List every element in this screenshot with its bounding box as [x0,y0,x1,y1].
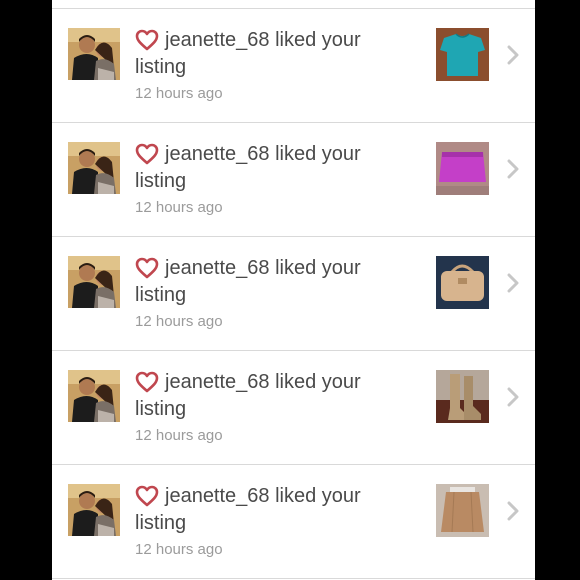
username[interactable]: jeanette_68 [165,371,270,393]
heart-icon [135,257,159,279]
heart-icon [135,371,159,393]
notification-message: liked your [275,143,361,165]
username[interactable]: jeanette_68 [165,29,270,51]
username[interactable]: jeanette_68 [165,257,270,279]
notifications-screen: jeanette_68 liked your listing 12 hours … [52,0,535,580]
user-avatar[interactable] [68,28,120,80]
notification-content: jeanette_68 liked your listing 12 hours … [135,141,395,217]
tan-handbag-thumbnail[interactable] [436,256,489,309]
notification-text: jeanette_68 liked your [165,483,361,509]
notification-timestamp: 12 hours ago [135,541,223,558]
notification-message-cont: listing [135,56,187,78]
notification-row[interactable]: jeanette_68 liked your listing 12 hours … [52,351,535,465]
notification-message-cont: listing [135,398,187,420]
notification-timestamp: 12 hours ago [135,313,223,330]
notification-content: jeanette_68 liked your listing 12 hours … [135,483,395,559]
beige-skirt-thumbnail[interactable] [436,484,489,537]
chevron-right-icon[interactable] [504,500,522,522]
notification-row[interactable]: jeanette_68 liked your listing 12 hours … [52,9,535,123]
notification-timestamp: 12 hours ago [135,85,223,102]
notification-row[interactable]: jeanette_68 liked your listing 12 hours … [52,237,535,351]
notification-message-cont: listing [135,512,187,534]
heart-icon [135,143,159,165]
username[interactable]: jeanette_68 [165,485,270,507]
username[interactable]: jeanette_68 [165,143,270,165]
notification-row[interactable]: jeanette_68 liked your listing 12 hours … [52,123,535,237]
notification-message: liked your [275,371,361,393]
notification-text: jeanette_68 liked your [165,27,361,53]
notification-message: liked your [275,257,361,279]
chevron-right-icon[interactable] [504,386,522,408]
boots-thumbnail[interactable] [436,370,489,423]
notification-text: jeanette_68 liked your [165,255,361,281]
heart-icon [135,485,159,507]
notification-timestamp: 12 hours ago [135,427,223,444]
notification-message: liked your [275,29,361,51]
notification-timestamp: 12 hours ago [135,199,223,216]
chevron-right-icon[interactable] [504,158,522,180]
pink-skirt-thumbnail[interactable] [436,142,489,195]
notification-message-cont: listing [135,170,187,192]
chevron-right-icon[interactable] [504,44,522,66]
user-avatar[interactable] [68,142,120,194]
notification-feed: jeanette_68 liked your listing 12 hours … [52,9,535,579]
notification-content: jeanette_68 liked your listing 12 hours … [135,255,395,331]
notification-row[interactable]: jeanette_68 liked your listing 12 hours … [52,465,535,579]
user-avatar[interactable] [68,256,120,308]
notification-text: jeanette_68 liked your [165,141,361,167]
notification-text: jeanette_68 liked your [165,369,361,395]
notification-content: jeanette_68 liked your listing 12 hours … [135,27,395,103]
user-avatar[interactable] [68,484,120,536]
teal-top-thumbnail[interactable] [436,28,489,81]
notification-content: jeanette_68 liked your listing 12 hours … [135,369,395,445]
chevron-right-icon[interactable] [504,272,522,294]
notification-message: liked your [275,485,361,507]
user-avatar[interactable] [68,370,120,422]
heart-icon [135,29,159,51]
notification-message-cont: listing [135,284,187,306]
